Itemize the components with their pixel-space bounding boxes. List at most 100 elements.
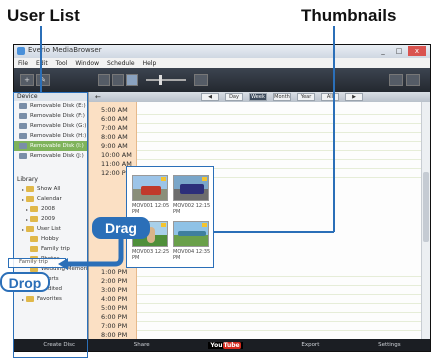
back-arrow-icon[interactable]: ← (95, 93, 101, 101)
thumbnail-landscape[interactable] (173, 221, 209, 247)
thumbnail-racecar[interactable] (173, 175, 209, 201)
edit-user-list-button[interactable]: ✎ (36, 74, 50, 86)
library-item-label: Show All (37, 186, 61, 192)
favorite-tag-icon (202, 177, 207, 181)
view-list-icon[interactable] (112, 74, 124, 86)
device-item[interactable]: Removable Disk (E:) (14, 101, 88, 111)
device-item[interactable]: Removable Disk (H:) (14, 131, 88, 141)
removable-disk-icon (19, 143, 27, 149)
nav-week-button[interactable]: Week (249, 93, 267, 101)
view-calendar-icon[interactable] (126, 74, 138, 86)
thumbnails-callout-connector (214, 231, 334, 233)
close-button[interactable]: x (408, 46, 426, 56)
thumbnails-callout-line (333, 26, 335, 232)
library-item-label: User List (37, 226, 61, 232)
time-slot-label: 1:00 PM (101, 268, 128, 276)
time-slot-label: 5:00 AM (101, 106, 128, 114)
thumbnail-car[interactable] (132, 175, 168, 201)
device-item-label: Removable Disk (H:) (30, 133, 87, 139)
device-list: Removable Disk (E:) Removable Disk (F:) Re… (14, 101, 88, 161)
add-user-list-button[interactable]: + (20, 74, 34, 86)
thumbnails-callout: Thumbnails (301, 6, 397, 25)
minimize-button[interactable]: _ (376, 46, 390, 56)
device-item-label: Removable Disk (J:) (30, 153, 84, 159)
time-slot-label: 6:00 AM (101, 115, 128, 123)
menu-help[interactable]: Help (143, 60, 157, 67)
grid-line (137, 159, 422, 160)
slider-knob[interactable] (159, 75, 162, 85)
library-item[interactable]: ▸ 2009 (14, 214, 88, 224)
display-mode-icon[interactable] (194, 74, 208, 86)
time-slot-label: 6:00 PM (101, 313, 128, 321)
nav-day-button[interactable]: Day (225, 93, 243, 101)
grid-line (137, 321, 422, 322)
library-item[interactable]: ▸ Show All (14, 184, 88, 194)
grid-line (137, 276, 422, 277)
library-item[interactable]: Hobby (14, 234, 88, 244)
share-button[interactable]: Share (134, 342, 150, 348)
favorite-tag-icon (161, 177, 166, 181)
device-item[interactable]: Removable Disk (J:) (14, 151, 88, 161)
thumbnail-size-slider[interactable] (146, 79, 186, 81)
grid-line (137, 285, 422, 286)
grid-line (137, 294, 422, 295)
camera-icon[interactable] (389, 74, 403, 86)
menu-edit[interactable]: Edit (36, 60, 48, 67)
device-item[interactable]: Removable Disk (G:) (14, 121, 88, 131)
device-item-label: Removable Disk (G:) (30, 123, 87, 129)
nav-year-button[interactable]: Year (297, 93, 315, 101)
nav-next-button[interactable]: ▶ (345, 93, 363, 101)
library-item[interactable]: ▸ 2008 (14, 204, 88, 214)
toolbar: + ✎ (14, 68, 430, 92)
scrollbar-thumb[interactable] (423, 172, 429, 242)
folder-icon (30, 246, 38, 252)
grid-line (137, 114, 422, 115)
removable-disk-icon (19, 133, 27, 139)
menu-tool[interactable]: Tool (56, 60, 68, 67)
grid-line (137, 141, 422, 142)
expand-triangle-icon[interactable]: ▸ (22, 197, 24, 202)
nav-prev-button[interactable]: ◀ (201, 93, 219, 101)
library-item-label: Favorites (37, 296, 62, 302)
expand-triangle-icon[interactable]: ▸ (26, 217, 28, 222)
sidebar: Device Removable Disk (E:) Removable Disk… (14, 92, 89, 339)
expand-triangle-icon[interactable]: ▸ (22, 227, 24, 232)
library-item[interactable]: ▸ Favorites (14, 294, 88, 304)
expand-triangle-icon[interactable]: ▸ (26, 207, 28, 212)
library-item[interactable]: ▸ User List (14, 224, 88, 234)
device-item[interactable]: Removable Disk (F:) (14, 111, 88, 121)
youtube-button[interactable]: YouTube (208, 341, 243, 349)
library-item[interactable]: ▸ Calendar (14, 194, 88, 204)
export-button[interactable]: Export (301, 342, 319, 348)
vertical-scrollbar[interactable] (421, 102, 430, 339)
menu-window[interactable]: Window (75, 60, 99, 67)
grid-line (137, 330, 422, 331)
expand-triangle-icon[interactable]: ▸ (22, 187, 24, 192)
nav-all-button[interactable]: All (321, 93, 339, 101)
device-item[interactable]: Removable Disk (I:) (14, 141, 88, 151)
nav-month-button[interactable]: Month (273, 93, 291, 101)
monitor-icon[interactable] (406, 74, 420, 86)
menu-schedule[interactable]: Schedule (107, 60, 135, 67)
time-slot-label: 9:00 AM (101, 142, 128, 150)
library-item[interactable]: Family trip (14, 244, 88, 254)
drag-label: Drag (92, 217, 150, 239)
settings-button[interactable]: Settings (378, 342, 401, 348)
library-item-label: 2008 (41, 206, 56, 212)
device-item-label: Removable Disk (I:) (30, 143, 84, 149)
expand-triangle-icon[interactable]: ▸ (22, 297, 24, 302)
maximize-button[interactable]: □ (392, 46, 406, 56)
menu-file[interactable]: File (18, 60, 28, 67)
title-bar[interactable]: Everio MediaBrowser _ □ x (14, 45, 430, 58)
application-window: Everio MediaBrowser _ □ x File Edit Tool… (13, 44, 431, 352)
drop-target-user-list-item[interactable]: Family trip (8, 258, 66, 268)
library-item-label: Calendar (37, 196, 62, 202)
time-slot-label: 3:00 PM (101, 286, 128, 294)
time-slot-label: 8:00 AM (101, 133, 128, 141)
removable-disk-icon (19, 113, 27, 119)
create-disc-button[interactable]: Create Disc (43, 342, 75, 348)
view-grid-icon[interactable] (98, 74, 110, 86)
device-item-label: Removable Disk (F:) (30, 113, 85, 119)
grid-line (137, 303, 422, 304)
favorite-tag-icon (202, 223, 207, 227)
